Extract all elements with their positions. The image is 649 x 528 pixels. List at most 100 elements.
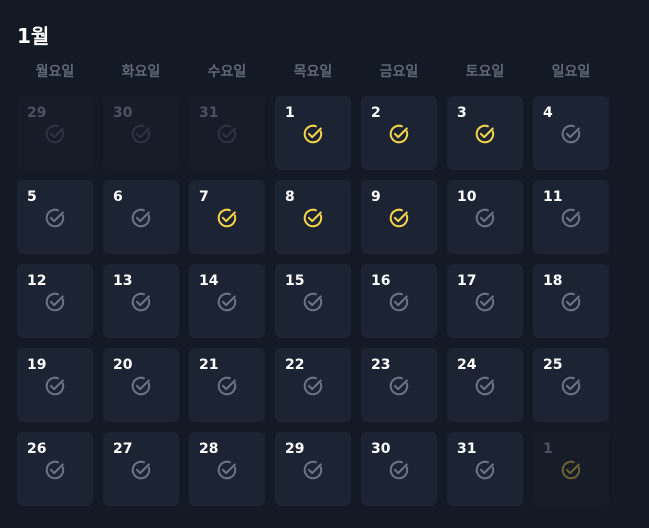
day-number: 28 bbox=[199, 441, 219, 457]
day-cell[interactable]: 8 bbox=[275, 180, 351, 254]
day-number: 21 bbox=[199, 357, 219, 373]
checked-circle-icon bbox=[302, 207, 324, 229]
unchecked-circle-icon bbox=[474, 291, 496, 313]
unchecked-circle-icon bbox=[474, 207, 496, 229]
unchecked-circle-icon bbox=[388, 459, 410, 481]
day-cell[interactable]: 29 bbox=[275, 432, 351, 506]
day-cell[interactable]: 25 bbox=[533, 348, 609, 422]
day-number: 5 bbox=[27, 189, 37, 205]
day-number: 18 bbox=[543, 273, 563, 289]
unchecked-circle-icon bbox=[388, 291, 410, 313]
unchecked-circle-icon bbox=[130, 123, 152, 145]
day-cell[interactable]: 12 bbox=[17, 264, 93, 338]
weekday-sat: 토요일 bbox=[465, 64, 505, 80]
day-cell[interactable]: 17 bbox=[447, 264, 523, 338]
day-cell[interactable]: 21 bbox=[189, 348, 265, 422]
unchecked-circle-icon bbox=[44, 291, 66, 313]
day-cell[interactable]: 23 bbox=[361, 348, 437, 422]
day-cell[interactable]: 31 bbox=[447, 432, 523, 506]
day-number: 14 bbox=[199, 273, 219, 289]
weekday-mon: 월요일 bbox=[35, 64, 75, 80]
day-number: 3 bbox=[457, 105, 467, 121]
day-cell[interactable]: 1 bbox=[275, 96, 351, 170]
day-cell[interactable]: 31 bbox=[189, 96, 265, 170]
day-cell[interactable]: 30 bbox=[103, 96, 179, 170]
unchecked-circle-icon bbox=[44, 375, 66, 397]
weekday-sun: 일요일 bbox=[551, 64, 591, 80]
day-number: 15 bbox=[285, 273, 305, 289]
day-cell[interactable]: 26 bbox=[17, 432, 93, 506]
day-cell[interactable]: 6 bbox=[103, 180, 179, 254]
unchecked-circle-icon bbox=[216, 375, 238, 397]
day-cell[interactable]: 11 bbox=[533, 180, 609, 254]
day-number: 12 bbox=[27, 273, 47, 289]
checked-circle-icon bbox=[388, 207, 410, 229]
day-number: 26 bbox=[27, 441, 47, 457]
unchecked-circle-icon bbox=[474, 459, 496, 481]
checked-circle-icon bbox=[216, 207, 238, 229]
day-number: 9 bbox=[371, 189, 381, 205]
day-number: 27 bbox=[113, 441, 133, 457]
day-number: 24 bbox=[457, 357, 477, 373]
unchecked-circle-icon bbox=[130, 375, 152, 397]
day-cell[interactable]: 24 bbox=[447, 348, 523, 422]
day-number: 16 bbox=[371, 273, 391, 289]
day-number: 31 bbox=[457, 441, 477, 457]
unchecked-circle-icon bbox=[302, 291, 324, 313]
unchecked-circle-icon bbox=[44, 207, 66, 229]
day-number: 20 bbox=[113, 357, 133, 373]
unchecked-circle-icon bbox=[560, 207, 582, 229]
unchecked-circle-icon bbox=[44, 123, 66, 145]
day-number: 31 bbox=[199, 105, 219, 121]
day-cell[interactable]: 30 bbox=[361, 432, 437, 506]
unchecked-circle-icon bbox=[130, 459, 152, 481]
checked-circle-icon bbox=[388, 123, 410, 145]
month-title: 1월 bbox=[17, 24, 50, 48]
day-number: 25 bbox=[543, 357, 563, 373]
day-cell[interactable]: 29 bbox=[17, 96, 93, 170]
day-number: 13 bbox=[113, 273, 133, 289]
day-cell[interactable]: 18 bbox=[533, 264, 609, 338]
day-cell[interactable]: 13 bbox=[103, 264, 179, 338]
day-cell[interactable]: 2 bbox=[361, 96, 437, 170]
unchecked-circle-icon bbox=[216, 123, 238, 145]
day-number: 8 bbox=[285, 189, 295, 205]
day-cell[interactable]: 7 bbox=[189, 180, 265, 254]
day-number: 22 bbox=[285, 357, 305, 373]
unchecked-circle-icon bbox=[560, 291, 582, 313]
unchecked-circle-icon bbox=[302, 459, 324, 481]
day-cell[interactable]: 27 bbox=[103, 432, 179, 506]
checked-circle-icon bbox=[474, 123, 496, 145]
weekday-thu: 목요일 bbox=[293, 64, 333, 80]
day-cell[interactable]: 4 bbox=[533, 96, 609, 170]
day-cell[interactable]: 20 bbox=[103, 348, 179, 422]
weekday-tue: 화요일 bbox=[121, 64, 161, 80]
day-number: 30 bbox=[113, 105, 133, 121]
day-cell[interactable]: 22 bbox=[275, 348, 351, 422]
day-cell[interactable]: 3 bbox=[447, 96, 523, 170]
day-cell[interactable]: 16 bbox=[361, 264, 437, 338]
day-cell[interactable]: 14 bbox=[189, 264, 265, 338]
day-cell[interactable]: 9 bbox=[361, 180, 437, 254]
day-cell[interactable]: 10 bbox=[447, 180, 523, 254]
weekday-header: 월요일 화요일 수요일 목요일 금요일 토요일 일요일 bbox=[17, 61, 609, 81]
unchecked-circle-icon bbox=[560, 375, 582, 397]
day-number: 19 bbox=[27, 357, 47, 373]
day-number: 17 bbox=[457, 273, 477, 289]
unchecked-circle-icon bbox=[216, 291, 238, 313]
day-number: 1 bbox=[543, 441, 553, 457]
unchecked-circle-icon bbox=[474, 375, 496, 397]
day-cell[interactable]: 19 bbox=[17, 348, 93, 422]
day-number: 1 bbox=[285, 105, 295, 121]
unchecked-circle-icon bbox=[388, 375, 410, 397]
day-cell[interactable]: 5 bbox=[17, 180, 93, 254]
checked-circle-icon bbox=[302, 123, 324, 145]
day-cell[interactable]: 15 bbox=[275, 264, 351, 338]
day-number: 29 bbox=[285, 441, 305, 457]
unchecked-circle-icon bbox=[130, 207, 152, 229]
day-cell[interactable]: 1 bbox=[533, 432, 609, 506]
day-number: 29 bbox=[27, 105, 47, 121]
day-cell[interactable]: 28 bbox=[189, 432, 265, 506]
day-number: 7 bbox=[199, 189, 209, 205]
unchecked-circle-icon bbox=[302, 375, 324, 397]
